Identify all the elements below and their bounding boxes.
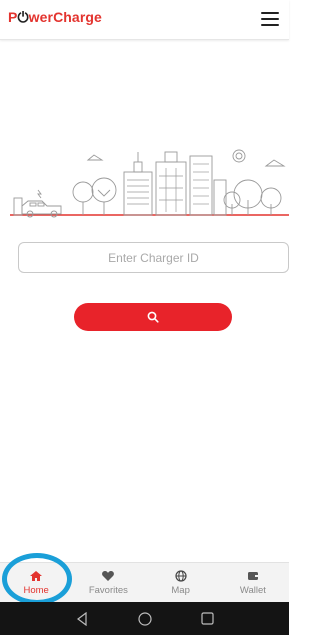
nav-wallet-label: Wallet [239,584,266,596]
search-icon [147,311,159,323]
nav-favorites-label: Favorites [88,584,128,596]
power-icon: ⏻ [17,9,29,25]
search-button[interactable] [74,303,232,331]
heart-icon [102,570,115,581]
back-icon[interactable] [75,611,89,626]
wallet-icon [247,571,258,580]
powercharge-logo: P⏻werCharge [8,9,102,25]
charger-id-input[interactable] [18,242,289,273]
nav-wallet[interactable]: Wallet [217,563,289,602]
nav-map[interactable]: Map [145,563,217,602]
globe-icon [175,569,187,582]
city-skyline-illustration [10,149,289,218]
home-highlight-ring [2,553,72,605]
app-header: P⏻werCharge [0,0,289,40]
system-navigation-bar [0,602,289,635]
home-circle-icon[interactable] [137,611,152,626]
nav-map-label: Map [171,584,190,596]
recents-icon[interactable] [201,612,215,626]
hamburger-menu-icon[interactable] [261,12,279,26]
nav-favorites[interactable]: Favorites [72,563,144,602]
